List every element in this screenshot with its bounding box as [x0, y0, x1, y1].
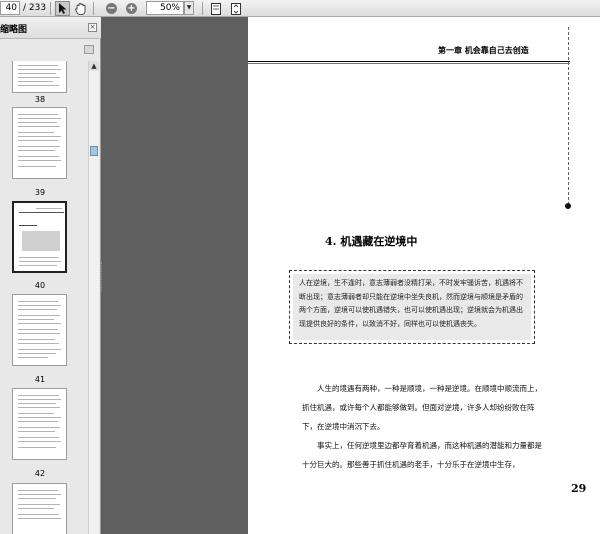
section-title: 4. 机遇藏在逆境中 [325, 235, 418, 248]
thumbnail-label: 40 [34, 281, 46, 290]
cursor-arrow-icon [59, 3, 67, 14]
thumbnail-page-38[interactable] [12, 61, 67, 93]
thumbnail-scrollbar[interactable]: ▲ [88, 61, 99, 534]
plus-icon: + [126, 3, 137, 14]
zoom-in-button[interactable]: + [124, 1, 139, 16]
thumbnails-panel: 缩略图 × 38 39 40 41 42 ▲ [0, 17, 101, 534]
thumbnail-page-42[interactable] [12, 388, 67, 460]
pdf-page: 第一章 机会靠自己去创造 4. 机遇藏在逆境中 人在逆境，生不逢时，意志薄弱者没… [248, 17, 600, 534]
decorative-dashed-line [568, 27, 569, 205]
hand-tool-button[interactable] [73, 1, 88, 16]
header-rule [248, 63, 570, 64]
running-header: 第一章 机会靠自己去创造 [438, 45, 529, 55]
hand-icon [75, 2, 86, 15]
panel-header: 缩略图 × [0, 17, 101, 39]
minus-icon: − [106, 3, 117, 14]
select-tool-button[interactable] [55, 1, 70, 16]
zoom-input[interactable]: 50% [146, 1, 184, 15]
toolbar-divider [202, 2, 203, 15]
page-view-icon [210, 2, 221, 15]
fit-page-button[interactable] [228, 1, 243, 16]
document-view[interactable]: 第一章 机会靠自己去创造 4. 机遇藏在逆境中 人在逆境，生不逢时，意志薄弱者没… [101, 17, 600, 534]
fit-page-icon [230, 2, 241, 15]
toolbar-divider [93, 2, 94, 15]
thumbnail-label: 42 [34, 469, 46, 478]
toolbar: 40 / 233 − + 50% ▼ [0, 0, 600, 17]
thumbnail-label: 38 [34, 95, 46, 104]
thumbnail-page-39[interactable] [12, 107, 67, 179]
body-text: 人生的境遇有两种，一种是顺境，一种是逆境。在顺境中顺流而上，抓住机遇，或许每个人… [302, 379, 548, 474]
zoom-out-button[interactable]: − [104, 1, 119, 16]
body-paragraph: 人生的境遇有两种，一种是顺境，一种是逆境。在顺境中顺流而上，抓住机遇，或许每个人… [302, 384, 542, 431]
header-rule [248, 61, 570, 62]
page-number-input[interactable]: 40 [0, 1, 20, 15]
thumbnail-page-43[interactable] [12, 483, 67, 534]
options-menu-icon[interactable] [84, 45, 94, 54]
decorative-dot [565, 203, 571, 209]
quote-box: 人在逆境，生不逢时，意志薄弱者没精打采，不时发牢骚诉苦，机遇将不断出现；意志薄弱… [289, 270, 535, 344]
quote-text: 人在逆境，生不逢时，意志薄弱者没精打采，不时发牢骚诉苦，机遇将不断出现；意志薄弱… [293, 274, 531, 340]
thumbnail-page-41[interactable] [12, 294, 67, 366]
scrollbar-thumb[interactable] [90, 146, 98, 156]
close-icon[interactable]: × [88, 23, 97, 32]
page-total: / 233 [23, 3, 47, 13]
panel-splitter[interactable] [101, 262, 104, 292]
zoom-dropdown-button[interactable]: ▼ [184, 1, 194, 15]
thumbnail-page-40[interactable] [12, 201, 67, 273]
panel-title: 缩略图 [0, 25, 28, 35]
page-number: 29 [571, 482, 587, 495]
body-paragraph: 事实上，任何逆境里边都孕育着机遇，而这种机遇的潜能和力量都是十分巨大的。那些善于… [302, 441, 542, 469]
toolbar-divider [50, 2, 51, 15]
scroll-up-icon[interactable]: ▲ [89, 61, 99, 71]
thumbnail-label: 41 [34, 375, 46, 384]
thumbnail-label: 39 [34, 188, 46, 197]
single-page-view-button[interactable] [208, 1, 223, 16]
